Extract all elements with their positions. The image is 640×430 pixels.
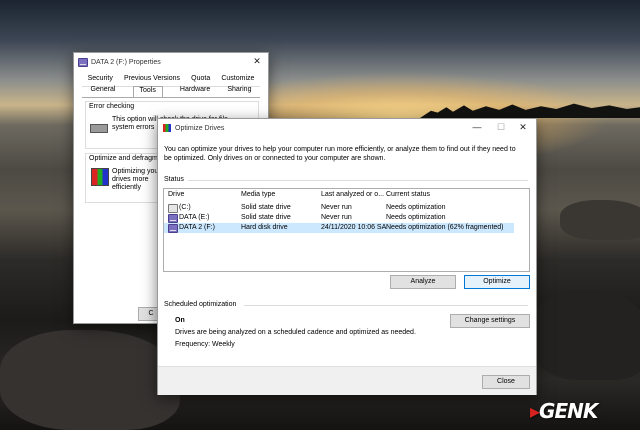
drive-name: (C:) (179, 204, 191, 211)
current-status: Needs optimization (386, 214, 446, 221)
rock (530, 290, 640, 380)
schedule-frequency: Frequency: Weekly (175, 341, 235, 348)
optimize-description: You can optimize your drives to help you… (164, 146, 516, 162)
optimize-titlebar: Optimize Drives — ☐ ✕ (158, 119, 536, 137)
table-row[interactable]: DATA (E:) Solid state drive Never run Ne… (164, 213, 514, 223)
genk-mark: ▸ (530, 399, 540, 423)
current-status: Needs optimization (62% fragmented) (386, 224, 504, 231)
drive-icon (168, 204, 178, 213)
rock (560, 200, 640, 240)
drive-name: DATA 2 (F:) (179, 224, 215, 231)
media-type: Solid state drive (241, 204, 291, 211)
schedule-state: On (175, 317, 185, 324)
drive-icon (78, 57, 88, 67)
tab-previous-versions[interactable]: Previous Versions (124, 75, 180, 86)
table-row-selected[interactable]: DATA 2 (F:) Hard disk drive 24/11/2020 1… (164, 223, 514, 233)
tab-hardware[interactable]: Hardware (180, 86, 210, 97)
drives-header: Drive Media type Last analyzed or o... C… (164, 189, 529, 201)
tab-tools[interactable]: Tools (132, 86, 163, 97)
hard-drive-icon (90, 124, 108, 133)
footer-bar (158, 366, 536, 395)
drive-icon (168, 214, 178, 223)
genk-logo: ▸GENK (530, 399, 598, 423)
scheduled-label: Scheduled optimization (164, 301, 237, 308)
tab-quota[interactable]: Quota (191, 75, 210, 86)
media-type: Solid state drive (241, 214, 291, 221)
genk-wordmark: GENK (539, 399, 598, 423)
column-header-last-analyzed[interactable]: Last analyzed or o... (321, 191, 384, 198)
close-icon[interactable]: ✕ (246, 53, 268, 69)
status-divider (188, 180, 528, 181)
optimize-title: Optimize Drives (175, 124, 225, 132)
properties-tabs-row2: General Tools Hardware Sharing (82, 86, 260, 98)
tab-security[interactable]: Security (88, 75, 113, 86)
drives-list[interactable]: Drive Media type Last analyzed or o... C… (163, 188, 530, 272)
defrag-app-icon (163, 124, 171, 132)
status-label: Status (164, 176, 184, 183)
properties-title: DATA 2 (F:) Properties (91, 58, 161, 66)
drive-name: DATA (E:) (179, 214, 210, 221)
drive-icon (168, 224, 178, 233)
optimize-drives-window: Optimize Drives — ☐ ✕ You can optimize y… (157, 118, 537, 395)
close-button[interactable]: Close (482, 375, 530, 389)
optimize-button[interactable]: Optimize (464, 275, 530, 289)
last-analyzed: Never run (321, 214, 352, 221)
last-analyzed: 24/11/2020 10:06 SA (321, 224, 387, 231)
schedule-text: Drives are being analyzed on a scheduled… (175, 329, 416, 336)
rock (0, 330, 180, 430)
tab-general[interactable]: General (91, 86, 116, 97)
properties-titlebar: DATA 2 (F:) Properties ✕ (74, 53, 268, 71)
current-status: Needs optimization (386, 204, 446, 211)
defrag-icon (91, 168, 109, 186)
maximize-icon[interactable]: ☐ (490, 119, 512, 135)
media-type: Hard disk drive (241, 224, 288, 231)
change-settings-button[interactable]: Change settings (450, 314, 530, 328)
tab-customize[interactable]: Customize (221, 75, 254, 86)
error-checking-heading: Error checking (89, 103, 135, 110)
analyze-button[interactable]: Analyze (390, 275, 456, 289)
column-header-media-type[interactable]: Media type (241, 191, 275, 198)
minimize-icon[interactable]: — (466, 119, 488, 135)
column-header-current-status[interactable]: Current status (386, 191, 430, 198)
treeline (420, 103, 640, 118)
close-icon[interactable]: ✕ (512, 119, 534, 135)
last-analyzed: Never run (321, 204, 352, 211)
column-header-drive[interactable]: Drive (168, 191, 184, 198)
tab-sharing[interactable]: Sharing (227, 86, 251, 97)
table-row[interactable]: (C:) Solid state drive Never run Needs o… (164, 203, 514, 213)
scheduled-divider (244, 305, 528, 306)
